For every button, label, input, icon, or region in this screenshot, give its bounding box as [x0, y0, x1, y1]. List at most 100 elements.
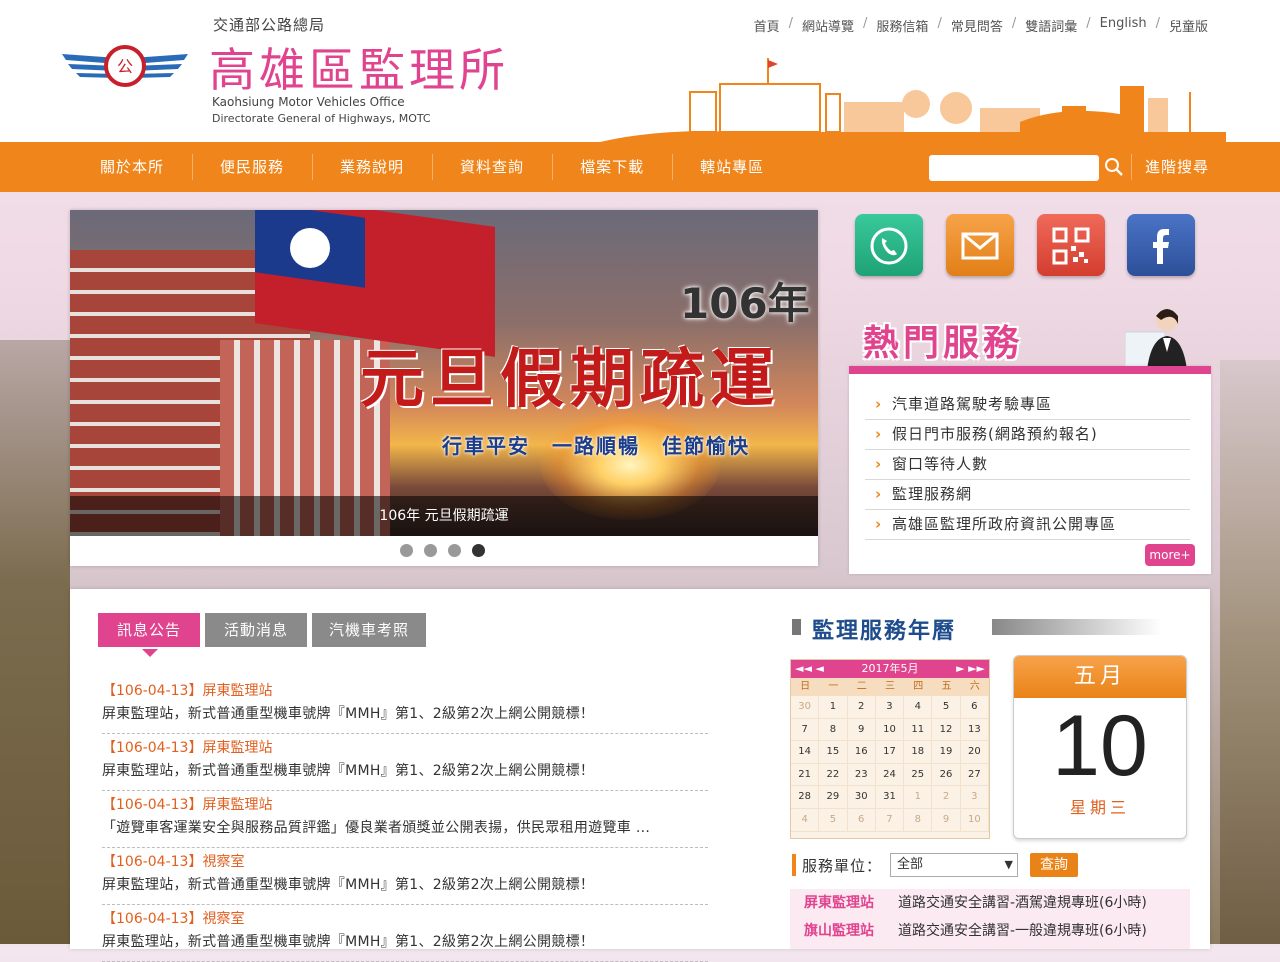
- news-item-head[interactable]: 【106-04-13】視察室: [102, 848, 708, 874]
- calendar-day[interactable]: 29: [819, 786, 848, 809]
- top-link-sitemap[interactable]: 網站導覽: [802, 16, 854, 35]
- calendar-day[interactable]: 20: [960, 741, 989, 764]
- service-row[interactable]: 屏東監理站 道路交通安全講習-酒駕違規專班(6小時): [790, 889, 1190, 917]
- service-row[interactable]: 旗山監理站 道路交通安全講習-一般違規專班(6小時): [790, 917, 1190, 945]
- nav-item-about[interactable]: 關於本所: [72, 142, 192, 192]
- calendar-day[interactable]: 21: [791, 763, 820, 787]
- calendar-day[interactable]: 5: [932, 696, 961, 719]
- top-link-mailbox[interactable]: 服務信箱: [876, 16, 928, 35]
- top-link-home[interactable]: 首頁: [754, 16, 780, 35]
- carousel-dot-active[interactable]: [472, 544, 485, 557]
- calendar-day[interactable]: 4: [904, 696, 933, 719]
- prev-month-icon[interactable]: ◄◄ ◄: [795, 660, 824, 678]
- calendar-day[interactable]: 7: [791, 718, 820, 742]
- calendar-day[interactable]: 6: [847, 808, 876, 832]
- carousel-dot[interactable]: [400, 544, 413, 557]
- highway-logo-icon[interactable]: 公: [60, 40, 190, 90]
- news-item[interactable]: 【106-04-13】視察室 屏東監理站，新式普通重型機車號牌『MMH』第1、2…: [102, 848, 708, 905]
- calendar-day[interactable]: 1: [819, 696, 848, 719]
- calendar-day[interactable]: 28: [791, 786, 820, 809]
- news-item-body[interactable]: 屏東監理站，新式普通重型機車號牌『MMH』第1、2級第2次上網公開競標！: [102, 760, 708, 782]
- news-item-head[interactable]: 【106-04-13】視察室: [102, 905, 708, 931]
- banner-caption[interactable]: 106年 元旦假期疏運: [70, 496, 818, 536]
- hot-item-driving-test[interactable]: 汽車道路駕駛考驗專區: [865, 390, 1190, 420]
- calendar-day[interactable]: 18: [904, 741, 933, 764]
- banner-image[interactable]: 106年 元旦假期疏運 行車平安 一路順暢 佳節愉快 106年 元旦假期疏運: [70, 210, 818, 536]
- service-description[interactable]: 道路交通安全講習-酒駕違規專班(6小時): [898, 889, 1147, 917]
- calendar-day[interactable]: 26: [932, 763, 961, 787]
- news-item[interactable]: 【106-04-13】視察室 屏東監理站，新式普通重型機車號牌『MMH』第1、2…: [102, 905, 708, 962]
- calendar-day[interactable]: 17: [875, 741, 905, 764]
- calendar-day[interactable]: 8: [819, 718, 848, 742]
- carousel-dot[interactable]: [424, 544, 437, 557]
- news-item-body[interactable]: 屏東監理站，新式普通重型機車號牌『MMH』第1、2級第2次上網公開競標！: [102, 703, 708, 725]
- hot-item-holiday-service[interactable]: 假日門市服務(網路預約報名): [865, 420, 1190, 450]
- news-item-head[interactable]: 【106-04-13】屏東監理站: [102, 734, 708, 760]
- service-description[interactable]: 道路交通安全講習-一般違規專班(6小時): [898, 917, 1147, 945]
- calendar-day[interactable]: 23: [847, 763, 876, 787]
- search-icon[interactable]: [1104, 157, 1124, 177]
- calendar-day[interactable]: 31: [875, 786, 905, 809]
- calendar-day[interactable]: 11: [904, 718, 933, 742]
- tab-announcements[interactable]: 訊息公告: [98, 613, 200, 657]
- calendar-day[interactable]: 5: [819, 808, 848, 832]
- calendar-day[interactable]: 8: [904, 808, 933, 832]
- top-link-glossary[interactable]: 雙語詞彙: [1025, 16, 1077, 35]
- calendar-day[interactable]: 2: [847, 696, 876, 719]
- calendar-day[interactable]: 16: [847, 741, 876, 764]
- calendar-day[interactable]: 10: [875, 718, 905, 742]
- news-item-head[interactable]: 【106-04-13】屏東監理站: [102, 791, 708, 817]
- top-link-faq[interactable]: 常見問答: [951, 16, 1003, 35]
- news-item-body[interactable]: 屏東監理站，新式普通重型機車號牌『MMH』第1、2級第2次上網公開競標！: [102, 931, 708, 953]
- calendar-day[interactable]: 15: [819, 741, 848, 764]
- top-link-kids[interactable]: 兒童版: [1169, 16, 1208, 35]
- tab-license[interactable]: 汽機車考照: [312, 613, 426, 647]
- calendar-day[interactable]: 3: [875, 696, 905, 719]
- calendar-day[interactable]: 4: [791, 808, 820, 832]
- top-link-english[interactable]: English: [1100, 16, 1147, 35]
- calendar-day[interactable]: 9: [932, 808, 961, 832]
- calendar-day[interactable]: 1: [904, 786, 933, 809]
- news-item-body[interactable]: 「遊覽車客運業安全與服務品質評鑑」優良業者頒獎並公開表揚，供民眾租用遊覽車 ..…: [102, 817, 708, 839]
- calendar-day[interactable]: 13: [960, 718, 989, 742]
- nav-item-query[interactable]: 資料查詢: [432, 142, 552, 192]
- calendar-day[interactable]: 25: [904, 763, 933, 787]
- phone-button[interactable]: [855, 214, 923, 276]
- tab-activities[interactable]: 活動消息: [205, 613, 307, 647]
- hot-item-queue-status[interactable]: 窗口等待人數: [865, 450, 1190, 480]
- nav-item-business[interactable]: 業務說明: [312, 142, 432, 192]
- nav-item-services[interactable]: 便民服務: [192, 142, 312, 192]
- calendar-day[interactable]: 7: [875, 808, 905, 832]
- nav-item-stations[interactable]: 轄站專區: [672, 142, 792, 192]
- query-button[interactable]: 查詢: [1030, 853, 1079, 877]
- calendar-day[interactable]: 3: [960, 786, 989, 809]
- calendar-day[interactable]: 2: [932, 786, 961, 809]
- calendar-day[interactable]: 14: [791, 741, 820, 764]
- carousel-dot[interactable]: [448, 544, 461, 557]
- facebook-button[interactable]: [1127, 214, 1195, 276]
- calendar-day[interactable]: 27: [960, 763, 989, 787]
- mail-button[interactable]: [946, 214, 1014, 276]
- search-input[interactable]: [929, 155, 1099, 181]
- hot-item-gov-info[interactable]: 高雄區監理所政府資訊公開專區: [865, 510, 1190, 540]
- news-item[interactable]: 【106-04-13】屏東監理站 屏東監理站，新式普通重型機車號牌『MMH』第1…: [102, 734, 708, 791]
- site-title[interactable]: 高雄區監理所: [209, 34, 509, 100]
- more-button[interactable]: more+: [1145, 544, 1195, 566]
- news-item[interactable]: 【106-04-13】屏東監理站 屏東監理站，新式普通重型機車號牌『MMH』第1…: [102, 677, 708, 734]
- calendar-day[interactable]: 19: [932, 741, 961, 764]
- qrcode-button[interactable]: [1037, 214, 1105, 276]
- advanced-search-link[interactable]: 進階搜尋: [1131, 154, 1209, 180]
- service-unit-select[interactable]: 全部: [890, 853, 1019, 877]
- nav-item-downloads[interactable]: 檔案下載: [552, 142, 672, 192]
- hot-item-service-net[interactable]: 監理服務網: [865, 480, 1190, 510]
- calendar-day[interactable]: 22: [819, 763, 848, 787]
- calendar-day[interactable]: 9: [847, 718, 876, 742]
- news-item[interactable]: 【106-04-13】屏東監理站 「遊覽車客運業安全與服務品質評鑑」優良業者頒獎…: [102, 791, 708, 848]
- calendar-day[interactable]: 6: [960, 696, 989, 719]
- calendar-day[interactable]: 30: [791, 696, 820, 719]
- calendar-day[interactable]: 30: [847, 786, 876, 809]
- calendar-day[interactable]: 24: [875, 763, 905, 787]
- news-item-head[interactable]: 【106-04-13】屏東監理站: [102, 677, 708, 703]
- calendar-day[interactable]: 12: [932, 718, 961, 742]
- news-item-body[interactable]: 屏東監理站，新式普通重型機車號牌『MMH』第1、2級第2次上網公開競標！: [102, 874, 708, 896]
